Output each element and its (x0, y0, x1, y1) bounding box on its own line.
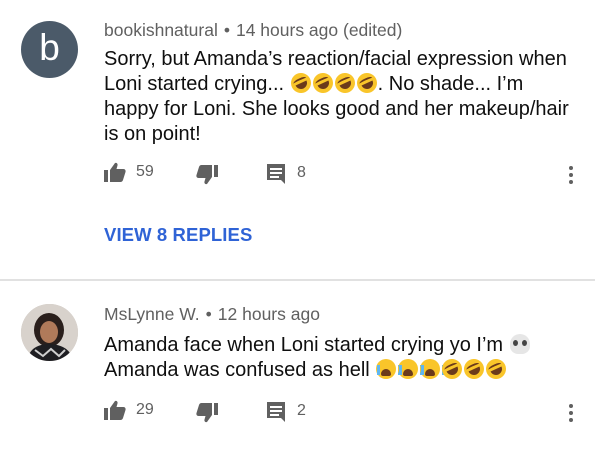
dislike-button[interactable] (196, 165, 218, 185)
rofl-emoji-icon (353, 69, 380, 97)
comment-text-line: Sorry, but Amanda’s reaction/facial expr… (104, 48, 567, 70)
rofl-emoji-icon (460, 355, 488, 383)
comment-text: Sorry, but Amanda’s reaction/facial expr… (104, 47, 579, 147)
timestamp: 12 hours ago (217, 304, 320, 324)
reply-button[interactable]: 8 (265, 162, 306, 184)
thumbs-down-icon (196, 403, 218, 423)
comment-text-line: Loni started crying... (104, 73, 285, 95)
more-vert-icon[interactable] (568, 166, 574, 187)
author-name[interactable]: MsLynne W. (104, 304, 200, 324)
rofl-emoji-icon (482, 355, 510, 383)
thumbs-down-icon (196, 165, 218, 185)
sob-emoji-icon (376, 359, 402, 379)
comment-icon (267, 164, 285, 184)
comment-text: Amanda face when Loni started crying yo … (104, 333, 579, 383)
thumbs-up-icon (104, 400, 126, 420)
rofl-emoji-icon (438, 355, 466, 383)
like-count: 59 (136, 163, 154, 180)
more-vert-icon[interactable] (568, 404, 574, 425)
comment-actions: 59 8 (104, 162, 584, 192)
reply-button[interactable]: 2 (265, 400, 306, 422)
meta-separator: • (205, 304, 212, 324)
reply-count: 8 (297, 164, 306, 181)
comment-2: MsLynne W. • 12 hours ago Amanda face when… (0, 281, 595, 454)
rofl-emoji-icon (331, 69, 358, 97)
comment-text-line: Amanda face when Loni started crying yo … (104, 334, 504, 356)
avatar[interactable]: b (21, 21, 78, 78)
view-replies-link[interactable]: VIEW 8 REPLIES (104, 224, 252, 246)
comment-actions: 29 2 (104, 400, 584, 430)
comment-meta: bookishnatural • 14 hours ago (edited) (104, 20, 402, 41)
comment-text-line: Amanda was confused as hell (104, 359, 370, 381)
thumbs-up-icon (104, 162, 126, 182)
like-count: 29 (136, 401, 154, 418)
avatar-photo (21, 304, 78, 361)
avatar[interactable] (21, 304, 78, 361)
rofl-emoji-icon (287, 69, 314, 97)
skull-emoji-icon (509, 334, 530, 354)
like-button[interactable]: 29 (104, 400, 154, 420)
comment-text-line: . No shade... I’m (377, 73, 524, 95)
comment-1: b bookishnatural • 14 hours ago (edited) S… (0, 0, 595, 280)
rofl-emoji-icon (309, 69, 336, 97)
comment-text-line: happy for Loni. She looks good and her m… (104, 98, 569, 120)
timestamp: 14 hours ago (edited) (235, 20, 403, 40)
like-button[interactable]: 59 (104, 162, 154, 182)
comment-meta: MsLynne W. • 12 hours ago (104, 304, 320, 325)
meta-separator: • (223, 20, 230, 40)
dislike-button[interactable] (196, 403, 218, 423)
sob-emoji-icon (420, 359, 446, 379)
reply-count: 2 (297, 402, 306, 419)
comment-text-line: is on point! (104, 123, 201, 145)
author-name[interactable]: bookishnatural (104, 20, 218, 40)
sob-emoji-icon (398, 359, 424, 379)
comment-icon (267, 402, 285, 422)
avatar-letter: b (39, 27, 60, 68)
